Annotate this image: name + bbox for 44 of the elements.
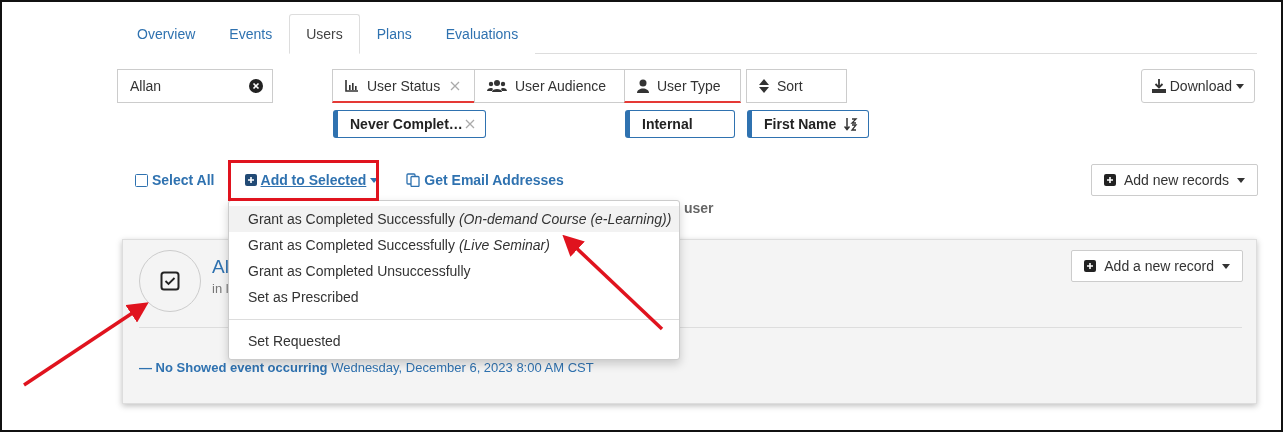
user-text: user — [684, 200, 714, 216]
caret-icon — [1237, 177, 1245, 183]
caret-icon — [1236, 83, 1244, 89]
download-icon — [1151, 79, 1166, 93]
chip-label: First Name — [764, 116, 837, 132]
tab[interactable]: Users — [289, 14, 360, 54]
user-subtitle: in l — [212, 281, 229, 296]
filter-button[interactable]: User Status — [332, 69, 475, 103]
plus-square-icon — [1084, 260, 1097, 272]
filter-button[interactable]: User Audience — [474, 69, 625, 103]
add-record-button[interactable]: Add a new record — [1071, 250, 1243, 282]
clear-icon[interactable] — [249, 79, 263, 93]
chip-label: Never Complet… — [350, 116, 463, 132]
menu-item[interactable]: Grant as Completed Unsuccessfully — [229, 258, 679, 284]
add-new-records-button[interactable]: Add new records — [1090, 164, 1258, 196]
checkbox-checked-icon[interactable] — [160, 271, 180, 291]
filter-chip[interactable]: Never Complet… — [333, 110, 486, 138]
filter-button[interactable]: Sort — [746, 69, 847, 103]
event-line: — No Showed event occurring Wednesday, December 6, 2023 8:00 AM CST — [139, 360, 594, 375]
sort-descending-icon[interactable] — [844, 117, 859, 131]
chip-label: Internal — [642, 116, 693, 132]
download-button[interactable]: Download — [1140, 69, 1255, 103]
filter-chip[interactable]: Internal — [625, 110, 735, 138]
filter-chip[interactable]: First Name — [747, 110, 870, 138]
copy-icon — [406, 173, 421, 187]
menu-item[interactable]: Grant as Completed Successfully (Live Seminar) — [229, 232, 679, 258]
filter-button[interactable]: User Type — [624, 69, 741, 103]
plus-square-icon — [1103, 174, 1116, 186]
get-email-addresses-link[interactable]: Get Email Addresses — [406, 172, 564, 188]
sort-icon — [759, 79, 769, 93]
checkbox-icon[interactable] — [135, 173, 148, 187]
caret-icon — [370, 177, 379, 183]
select-all-link[interactable]: Select All — [135, 172, 215, 188]
menu-item[interactable]: Grant as Completed Successfully (On-demand Course (e-Learning)) — [229, 206, 679, 232]
bar-chart-icon — [345, 79, 359, 92]
plus-square-icon — [244, 174, 257, 186]
caret-icon — [1222, 263, 1230, 269]
menu-item[interactable]: Set as Prescribed — [229, 284, 679, 310]
user-icon — [637, 78, 649, 93]
menu-item[interactable]: Set Requested — [229, 328, 679, 354]
user-name[interactable]: Al — [212, 256, 229, 278]
search-field[interactable]: Allan — [117, 69, 273, 103]
add-to-selected-link[interactable]: Add to Selected — [244, 172, 379, 188]
users-icon — [487, 79, 507, 93]
